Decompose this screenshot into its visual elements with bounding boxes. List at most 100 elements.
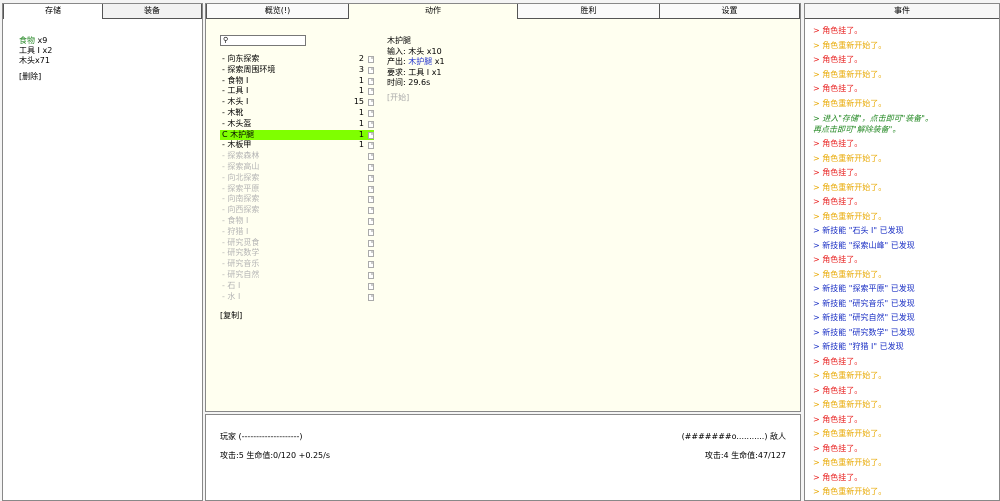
action-item[interactable]: - 向南探索 <box>220 194 374 205</box>
tab-equipment[interactable]: 装备 <box>103 4 202 19</box>
action-item[interactable]: - 水 I <box>220 292 374 303</box>
document-icon[interactable] <box>368 163 374 171</box>
detail-time: 时间: 29.6s <box>387 78 445 89</box>
document-icon[interactable] <box>368 142 374 150</box>
action-item[interactable]: - 研究觅食 <box>220 238 374 249</box>
inventory-item[interactable]: 工具 I x2 <box>19 46 52 56</box>
action-count: 1 <box>358 118 364 128</box>
action-label: - 木靴 <box>222 107 244 117</box>
item-qty: x2 <box>42 46 53 55</box>
events-panel: 事件 > 角色挂了。 > 角色重新开始了。 > 角色挂了。 > 角色重新开始了。 > 角… <box>804 3 1000 501</box>
action-item[interactable]: - 向东探索 2 <box>220 54 374 65</box>
document-icon[interactable] <box>368 66 374 74</box>
search-icon: ⚲ <box>223 36 229 44</box>
action-item[interactable]: - 食物 I 1 <box>220 76 374 87</box>
action-item[interactable]: - 石 I <box>220 281 374 292</box>
action-item[interactable]: - 木靴 1 <box>220 108 374 119</box>
action-item[interactable]: - 研究数学 <box>220 248 374 259</box>
start-button[interactable]: [开始] <box>387 93 445 104</box>
action-item[interactable]: - 研究音乐 <box>220 259 374 270</box>
event-text: > 角色挂了。 <box>813 443 863 453</box>
action-item[interactable]: - 木头盔 1 <box>220 119 374 130</box>
action-item[interactable]: - 狩猎 I <box>220 227 374 238</box>
document-icon[interactable] <box>368 261 374 269</box>
tab-settings[interactable]: 设置 <box>660 4 800 19</box>
document-icon[interactable] <box>368 109 374 117</box>
document-icon[interactable] <box>368 153 374 161</box>
document-icon[interactable] <box>368 282 374 290</box>
document-icon[interactable] <box>368 120 374 128</box>
event-entry: > 新技能 "狩猎 I" 已发现 <box>813 340 995 355</box>
event-entry: > 角色挂了。 <box>813 471 995 486</box>
input-value: 木头 x10 <box>408 46 442 56</box>
action-item[interactable]: - 向西探索 <box>220 205 374 216</box>
item-qty: x71 <box>35 56 50 65</box>
document-icon[interactable] <box>368 250 374 258</box>
event-text: > 角色挂了。 <box>813 472 863 482</box>
player-stats: 攻击:5 生命值:0/120 +0.25/s <box>220 451 330 460</box>
action-item[interactable]: - 探索森林 <box>220 151 374 162</box>
tab-victory[interactable]: 胜利 <box>518 4 660 19</box>
action-item[interactable]: - 探索平原 <box>220 184 374 195</box>
inventory-item[interactable]: 食物 x9 <box>19 36 52 46</box>
event-entry: > 角色挂了。 <box>813 195 995 210</box>
event-entry: > 新技能 "研究自然" 已发现 <box>813 311 995 326</box>
event-text: > 角色重新开始了。 <box>813 69 887 79</box>
action-label: - 探索森林 <box>222 151 260 161</box>
document-icon[interactable] <box>368 88 374 96</box>
document-icon[interactable] <box>368 185 374 193</box>
action-item[interactable]: - 探索周围环境 3 <box>220 65 374 76</box>
action-label: - 研究觅食 <box>222 237 260 247</box>
action-label: - 探索高山 <box>222 161 260 171</box>
copy-button[interactable]: [复制] <box>220 310 242 321</box>
tab-storage[interactable]: 存储 <box>3 4 103 19</box>
document-icon[interactable] <box>368 239 374 247</box>
action-item[interactable]: - 木头 I 15 <box>220 97 374 108</box>
event-entry: > 新技能 "研究音乐" 已发现 <box>813 297 995 312</box>
document-icon[interactable] <box>368 228 374 236</box>
inventory-item[interactable]: 木头x71 <box>19 56 52 66</box>
time-value: 29.6s <box>408 78 431 87</box>
document-icon[interactable] <box>368 131 374 139</box>
action-count: 1 <box>358 75 364 85</box>
document-icon[interactable] <box>368 271 374 279</box>
action-item[interactable]: - 工具 I 1 <box>220 86 374 97</box>
document-icon[interactable] <box>368 207 374 215</box>
document-icon[interactable] <box>368 99 374 107</box>
search-input[interactable]: ⚲ <box>220 35 306 46</box>
event-entry: > 角色重新开始了。 <box>813 210 995 225</box>
document-icon[interactable] <box>368 293 374 301</box>
item-name: 木头 <box>19 56 35 65</box>
event-text: > 角色重新开始了。 <box>813 182 887 192</box>
event-entry: > 角色重新开始了。 <box>813 485 995 500</box>
action-item[interactable]: - 向北探索 <box>220 173 374 184</box>
action-item[interactable]: - 研究自然 <box>220 270 374 281</box>
action-count: 1 <box>358 86 364 96</box>
action-item[interactable]: - 食物 I <box>220 216 374 227</box>
tab-overview[interactable]: 概览(!) <box>206 4 349 19</box>
main-tabbar: 概览(!) 动作 胜利 设置 <box>206 4 800 19</box>
document-icon[interactable] <box>368 174 374 182</box>
output-item-link[interactable]: 木护腿 <box>408 57 432 66</box>
document-icon[interactable] <box>368 56 374 63</box>
event-entry: > 角色挂了。 <box>813 413 995 428</box>
event-entry: > 角色重新开始了。 <box>813 68 995 83</box>
action-panel: 概览(!) 动作 胜利 设置 ⚲ - 向东探索 2 - 探索周围环境 3 - 食物 I 1… <box>205 3 801 412</box>
action-item[interactable]: - 木板甲 1 <box>220 140 374 151</box>
action-item[interactable]: - 探索高山 <box>220 162 374 173</box>
event-entry: > 角色重新开始了。 <box>813 456 995 471</box>
document-icon[interactable] <box>368 196 374 204</box>
event-text: > 角色挂了。 <box>813 414 863 424</box>
action-count: 1 <box>358 140 364 150</box>
item-name: 工具 I <box>19 46 40 55</box>
action-label: - 石 I <box>222 280 241 290</box>
document-icon[interactable] <box>368 217 374 225</box>
input-label: 输入: <box>387 46 406 56</box>
document-icon[interactable] <box>368 77 374 85</box>
event-text: > 进入"存储"，点击即可"装备"。 <box>813 114 933 123</box>
action-item[interactable]: C 木护腿 1 <box>220 129 374 141</box>
event-entry: > 角色挂了。 <box>813 82 995 97</box>
delete-button[interactable]: [删除] <box>19 72 52 82</box>
event-entry: > 角色挂了。 <box>813 24 995 39</box>
tab-actions[interactable]: 动作 <box>349 4 518 19</box>
